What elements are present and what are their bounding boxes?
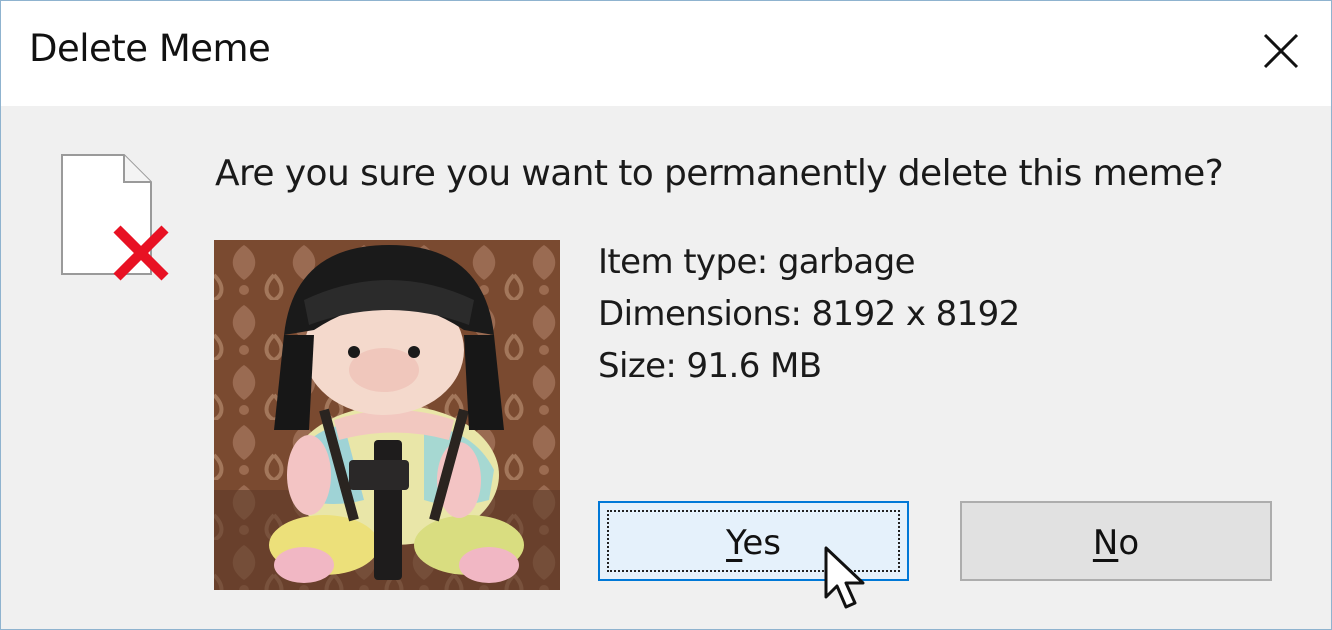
file-delete-icon — [59, 153, 174, 283]
confirm-question: Are you sure you want to permanently del… — [215, 153, 1224, 194]
window-title: Delete Meme — [29, 27, 271, 70]
close-icon — [1263, 33, 1299, 69]
item-details: Item type: garbage Dimensions: 8192 x 81… — [598, 236, 1020, 392]
size-text: Size: 91.6 MB — [598, 346, 822, 386]
item-type-text: Item type: garbage — [598, 242, 916, 282]
mouse-pointer-icon — [823, 545, 869, 615]
close-button[interactable] — [1231, 1, 1331, 101]
title-bar[interactable]: Delete Meme — [1, 1, 1331, 106]
no-button[interactable]: No — [960, 501, 1272, 581]
yes-button-label: Yes — [726, 523, 781, 563]
delete-dialog-window: Delete Meme Are you sure you want to per… — [0, 0, 1332, 630]
dimensions-text: Dimensions: 8192 x 8192 — [598, 294, 1020, 334]
no-button-label: No — [1092, 523, 1140, 563]
meme-thumbnail — [214, 240, 560, 590]
